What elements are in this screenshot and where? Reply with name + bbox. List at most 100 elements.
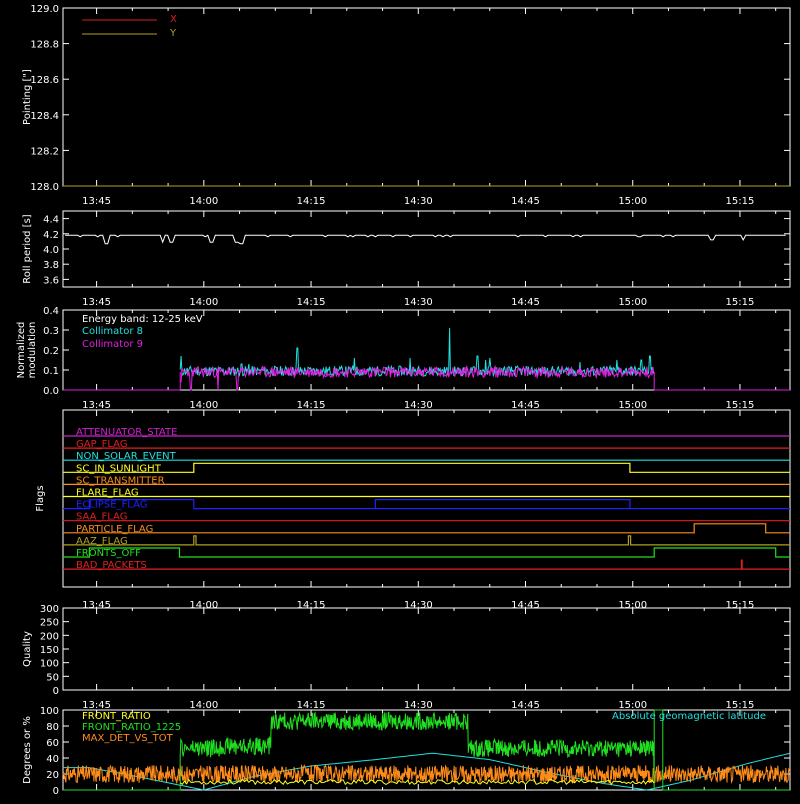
flag-label: ATTENUATOR_STATE (76, 427, 177, 438)
flag-label: AAZ_FLAG (76, 536, 128, 547)
flag-aaz-flag: AAZ_FLAG (63, 535, 790, 547)
y-tick-label: 100 (40, 706, 59, 717)
x-tick-label: 15:00 (618, 196, 647, 207)
y-tick-label: 40 (46, 754, 59, 765)
flag-line (63, 462, 790, 473)
x-tick-label: 15:00 (618, 700, 647, 711)
x-tick-label: 13:45 (82, 196, 111, 207)
y-tick-label: 250 (40, 618, 59, 629)
panel-3-frame: 13:45 14:00 14:15 14:30 14:45 15:00 15:15 (62, 409, 791, 611)
legend-front-ratio-1225: FRONT_RATIO_1225 (82, 722, 181, 733)
legend-degrees: FRONT_RATIOFRONT_RATIO_1225MAX_DET_VS_TO… (82, 711, 766, 744)
flag-label: PARTICLE_FLAG (76, 524, 153, 535)
x-tick-label: 14:15 (297, 700, 326, 711)
legend-modulation: Energy band: 12-25 keVCollimator 8 Collim… (82, 314, 203, 350)
y-axis-label: Roll period [s] (22, 214, 33, 283)
flag-eclipse-flag: ECLIPSE_FLAG (63, 499, 790, 511)
flag-line (63, 535, 790, 546)
legend-collimator-8: Collimator 8 (82, 326, 143, 337)
x-tick-label: 13:45 (82, 700, 111, 711)
x-tick-label: 14:15 (297, 196, 326, 207)
x-tick-label: 14:00 (189, 297, 218, 308)
summary-plots-svg: 13:45 14:00 14:15 14:30 14:45 15:00 15:15 128.0… (16, 4, 791, 797)
x-tick-label: 15:15 (726, 196, 755, 207)
y-tick-label: 0.2 (43, 346, 59, 357)
x-tick-label: 14:45 (511, 700, 540, 711)
max-det-vs-tot-series (62, 763, 791, 785)
y-tick-label: 4.0 (43, 245, 59, 256)
x-tick-label: 15:15 (726, 297, 755, 308)
x-tick-label: 14:30 (404, 297, 433, 308)
flag-gap-flag: GAP_FLAG (63, 439, 790, 450)
y-tick-label: 4.2 (43, 230, 59, 241)
observation-summary-figure: 13:45 14:00 14:15 14:30 14:45 15:00 15:15 128.0… (0, 0, 800, 800)
flag-line (63, 559, 790, 570)
x-tick-label: 14:15 (297, 297, 326, 308)
flag-sc-transmitter: SC_TRANSMITTER (63, 475, 790, 486)
y-tick-label: 128.0 (30, 182, 59, 193)
y-axis-label: Pointing ["] (22, 69, 33, 125)
flag-label: GAP_FLAG (76, 439, 128, 450)
flag-label: BAD_PACKETS (76, 560, 147, 571)
x-tick-label: 14:30 (404, 196, 433, 207)
y-tick-label: 0.4 (43, 306, 59, 317)
y-tick-label: 4.4 (43, 215, 59, 226)
legend-label-x: X (170, 14, 177, 25)
y-axis-label: Quality (22, 631, 33, 667)
x-tick-label: 15:00 (618, 297, 647, 308)
panel-2-frame: 13:45 14:00 14:15 14:30 14:45 15:00 15:15 (62, 309, 791, 411)
panel-4-y-axis: 0 50 100 150 200 250 300 Quality (22, 604, 790, 697)
y-tick-label: 300 (40, 604, 59, 615)
x-tick-label: 14:45 (511, 196, 540, 207)
flag-line (63, 499, 790, 510)
collimator-8-series (179, 327, 655, 378)
flag-non-solar-event: NON_SOLAR_EVENT (63, 451, 790, 462)
flag-label: SC_TRANSMITTER (76, 475, 165, 486)
panel-0-y-axis: 128.0 128.2 128.4 128.6 128.8 129.0 Pointing [… (22, 4, 790, 193)
panel-1-y-axis: 3.6 3.8 4.0 4.2 4.4 Roll period [s] (22, 214, 790, 286)
flag-label: SC_IN_SUNLIGHT (76, 463, 162, 474)
y-tick-label: 0.1 (43, 366, 59, 377)
flag-saa-flag: SAA_FLAG (63, 512, 790, 523)
legend-collimator-9: Collimator 9 (82, 339, 143, 350)
flag-fronts-off: FRONTS_OFF (63, 547, 790, 559)
x-tick-label: 14:45 (511, 400, 540, 411)
y-tick-label: 0 (53, 786, 59, 797)
legend-max-det-vs-tot: MAX_DET_VS_TOT (82, 733, 174, 744)
x-tick-label: 13:45 (82, 297, 111, 308)
x-tick-label: 15:15 (726, 400, 755, 411)
y-tick-label: 3.8 (43, 260, 59, 271)
y-tick-label: 200 (40, 631, 59, 642)
flag-label: NON_SOLAR_EVENT (76, 451, 177, 462)
roll-period-series (65, 234, 786, 245)
y-tick-label: 0 (53, 686, 59, 697)
panel-4-frame: 13:45 14:00 14:15 14:30 14:45 15:00 15:15 (62, 607, 791, 711)
panel-1-frame: 13:45 14:00 14:15 14:30 14:45 15:00 15:15 (62, 210, 791, 308)
flag-attenuator-state: ATTENUATOR_STATE (63, 427, 790, 438)
y-tick-label: 128.6 (30, 75, 59, 86)
x-tick-label: 14:30 (404, 700, 433, 711)
flag-flare-flag: FLARE_FLAG (63, 488, 790, 499)
legend-pointing: XY (82, 14, 177, 39)
x-tick-label: 14:45 (511, 297, 540, 308)
x-tick-label: 14:00 (189, 700, 218, 711)
y-tick-label: 80 (46, 722, 59, 733)
y-tick-label: 20 (46, 770, 59, 781)
y-tick-label: 128.8 (30, 40, 59, 51)
y-tick-label: 0.0 (43, 386, 59, 397)
y-tick-label: 0.3 (43, 326, 59, 337)
legend-geomagnetic-latitude: Absolute geomagnetic latitude (612, 711, 766, 722)
x-tick-label: 13:45 (82, 400, 111, 411)
y-tick-label: 60 (46, 738, 59, 749)
y-axis-label: Degrees or % (22, 716, 33, 784)
x-tick-label: 15:00 (618, 400, 647, 411)
y-tick-label: 129.0 (30, 4, 59, 15)
flag-bad-packets: BAD_PACKETS (63, 559, 790, 571)
flag-particle-flag: PARTICLE_FLAG (63, 523, 790, 535)
flag-sc-in-sunlight: SC_IN_SUNLIGHT (63, 462, 790, 474)
y-tick-label: 128.4 (30, 111, 59, 122)
y-tick-label: 100 (40, 659, 59, 670)
y-tick-label: 50 (46, 672, 59, 683)
legend-front-ratio: FRONT_RATIO (82, 711, 151, 722)
x-tick-label: 15:15 (726, 700, 755, 711)
